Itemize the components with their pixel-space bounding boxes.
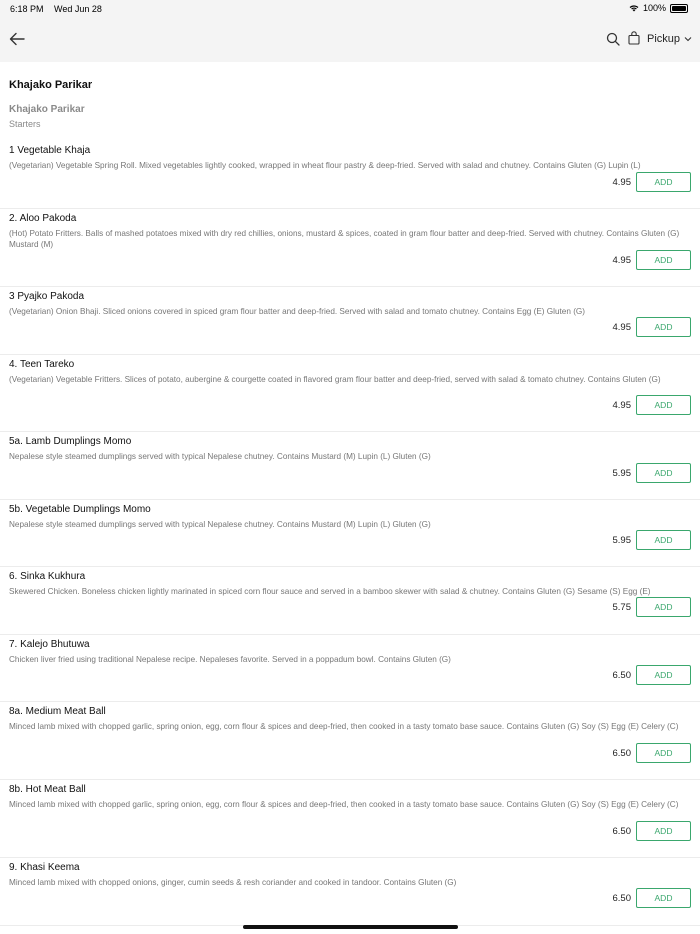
add-button[interactable]: ADD [636,597,691,617]
item-name: 8a. Medium Meat Ball [9,706,106,717]
item-description: Skewered Chicken. Boneless chicken light… [9,587,651,596]
item-description: Nepalese style steamed dumplings served … [9,520,431,529]
item-description: (Vegetarian) Vegetable Fritters. Slices … [9,375,661,384]
nav-bar: Pickup [0,17,700,62]
status-time: 6:18 PM [10,4,44,14]
add-button[interactable]: ADD [636,463,691,483]
menu-item[interactable]: 5a. Lamb Dumplings Momo Nepalese style st… [0,431,700,500]
add-button[interactable]: ADD [636,530,691,550]
add-button[interactable]: ADD [636,743,691,763]
menu-item[interactable]: 4. Teen Tareko (Vegetarian) Vegetable Fri… [0,354,700,432]
item-price: 4.95 [612,177,632,188]
item-name: 6. Sinka Kukhura [9,571,86,582]
item-price: 5.95 [612,535,632,546]
menu-item[interactable]: 8b. Hot Meat Ball Minced lamb mixed with … [0,779,700,858]
item-price: 4.95 [612,400,632,411]
add-button[interactable]: ADD [636,821,691,841]
menu-item[interactable]: 6. Sinka Kukhura Skewered Chicken. Bonele… [0,566,700,635]
menu-item[interactable]: 7. Kalejo Bhutuwa Chicken liver fried usi… [0,634,700,702]
item-price: 6.50 [612,670,632,681]
item-name: 5a. Lamb Dumplings Momo [9,436,132,447]
item-name: 8b. Hot Meat Ball [9,784,86,795]
status-bar: 6:18 PM Wed Jun 28 100% [0,0,700,17]
menu-item[interactable]: 9. Khasi Keema Minced lamb mixed with cho… [0,857,700,926]
chevron-down-icon [684,37,692,42]
item-name: 7. Kalejo Bhutuwa [9,639,90,650]
page-title: Khajako Parikar [9,79,93,91]
add-button[interactable]: ADD [636,395,691,415]
item-description: (Vegetarian) Onion Bhaji. Sliced onions … [9,307,586,316]
item-name: 9. Khasi Keema [9,862,80,873]
pickup-selector[interactable]: Pickup [647,33,692,45]
item-name: 5b. Vegetable Dumplings Momo [9,504,151,515]
add-button[interactable]: ADD [636,888,691,908]
item-name: 4. Teen Tareko [9,359,75,370]
menu-item[interactable]: 5b. Vegetable Dumplings Momo Nepalese sty… [0,499,700,567]
menu-item[interactable]: 3 Pyajko Pakoda (Vegetarian) Onion Bhaji.… [0,286,700,355]
item-price: 6.50 [612,893,632,904]
item-description: Minced lamb mixed with chopped garlic, s… [9,800,679,809]
item-description: Chicken liver fried using traditional Ne… [9,655,451,664]
add-button[interactable]: ADD [636,317,691,337]
search-icon[interactable] [606,32,620,46]
item-price: 6.50 [612,826,632,837]
item-price: 4.95 [612,255,632,266]
arrow-left-icon[interactable] [8,30,26,48]
status-date: Wed Jun 28 [54,4,102,14]
item-price: 6.50 [612,748,632,759]
item-description: (Vegetarian) Vegetable Spring Roll. Mixe… [9,161,641,170]
item-description: Minced lamb mixed with chopped garlic, s… [9,722,679,731]
item-description: Minced lamb mixed with chopped onions, g… [9,878,457,887]
item-name: 3 Pyajko Pakoda [9,291,85,302]
restaurant-name: Khajako Parikar [9,104,85,115]
item-price: 4.95 [612,322,632,333]
home-indicator[interactable] [243,925,458,929]
menu-item[interactable]: 2. Aloo Pakoda (Hot) Potato Fritters. Bal… [0,208,700,287]
add-button[interactable]: ADD [636,172,691,192]
item-price: 5.75 [612,602,632,613]
pickup-label: Pickup [647,33,681,45]
category-name: Starters [9,119,41,129]
wifi-icon [629,5,639,12]
add-button[interactable]: ADD [636,665,691,685]
menu-item[interactable]: 8a. Medium Meat Ball Minced lamb mixed wi… [0,701,700,780]
battery-percent: 100% [642,3,666,13]
item-name: 1 Vegetable Khaja [9,145,91,156]
item-price: 5.95 [612,468,632,479]
battery-icon [670,3,688,13]
add-button[interactable]: ADD [636,250,691,270]
item-description: (Hot) Potato Fritters. Balls of mashed p… [9,229,680,249]
menu-item[interactable]: 1 Vegetable Khaja (Vegetarian) Vegetable … [0,140,700,209]
shopping-bag-icon[interactable] [628,31,640,45]
item-description: Nepalese style steamed dumplings served … [9,452,431,461]
item-name: 2. Aloo Pakoda [9,213,77,224]
